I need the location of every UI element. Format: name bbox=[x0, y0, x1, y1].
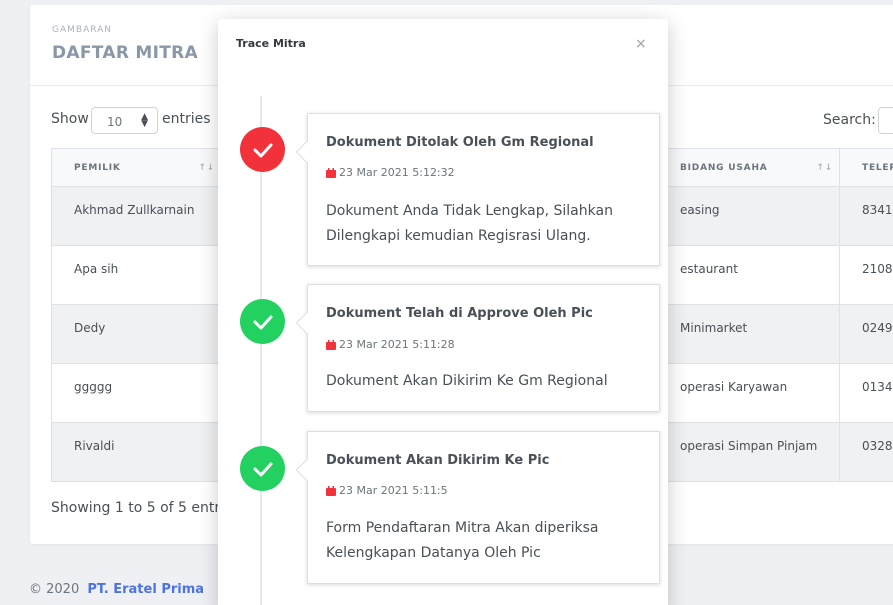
cell-telepon: 01343 bbox=[838, 363, 893, 423]
cell-pemilik: ggggg bbox=[51, 363, 222, 423]
calendar-icon bbox=[326, 339, 336, 350]
cell-pemilik: Rivaldi bbox=[51, 422, 222, 482]
cell-bidang-usaha: easing bbox=[657, 186, 840, 246]
footer: © 2020 PT. Eratel Prima bbox=[29, 582, 204, 597]
timeline-card: Dokument Ditolak Oleh Gm Regional 23 Mar… bbox=[295, 113, 660, 266]
event-body: Dokument Anda Tidak Lengkap, Silahkan Di… bbox=[326, 203, 613, 244]
cell-pemilik: Apa sih bbox=[51, 245, 222, 305]
close-icon[interactable]: × bbox=[635, 36, 647, 52]
sort-icon: ↑↓ bbox=[816, 163, 833, 173]
column-header-bidang-usaha[interactable]: BIDANG USAHA ↑↓ bbox=[657, 148, 840, 187]
event-date: 23 Mar 2021 5:12:32 bbox=[326, 166, 455, 179]
cell-telepon: 02498 bbox=[838, 304, 893, 364]
event-date: 23 Mar 2021 5:11:28 bbox=[326, 338, 455, 351]
table-info: Showing 1 to 5 of 5 entri bbox=[51, 500, 225, 516]
event-heading: Dokument Ditolak Oleh Gm Regional bbox=[326, 135, 594, 150]
timeline-card: Dokument Akan Dikirim Ke Pic 23 Mar 2021… bbox=[295, 431, 660, 584]
approved-check-icon bbox=[240, 446, 285, 491]
cell-telepon: 03282 bbox=[838, 422, 893, 482]
cell-telepon: 21080 bbox=[838, 245, 893, 305]
column-header-pemilik[interactable]: PEMILIK ↑↓ bbox=[51, 148, 222, 187]
trace-mitra-modal: Trace Mitra × Dokument Ditolak Oleh Gm R… bbox=[218, 19, 668, 605]
event-date: 23 Mar 2021 5:11:5 bbox=[326, 484, 448, 497]
rejected-check-icon bbox=[240, 127, 285, 172]
cell-pemilik: Dedy bbox=[51, 304, 222, 364]
card-arrow bbox=[295, 458, 319, 482]
select-caret-icon: ▲ ▼ bbox=[141, 112, 148, 129]
sort-icon: ↑↓ bbox=[198, 163, 215, 173]
cell-telepon: 83412 bbox=[838, 186, 893, 246]
page-size-value: 10 bbox=[107, 115, 123, 129]
search-label: Search: bbox=[823, 112, 876, 128]
calendar-icon bbox=[326, 485, 336, 496]
cell-bidang-usaha: Minimarket bbox=[657, 304, 840, 364]
entries-label: entries bbox=[162, 111, 211, 127]
cell-pemilik: Akhmad Zullkarnain bbox=[51, 186, 222, 246]
card-arrow bbox=[295, 311, 319, 335]
event-heading: Dokument Telah di Approve Oleh Pic bbox=[326, 306, 593, 321]
page-subtitle: GAMBARAN bbox=[52, 25, 113, 35]
footer-copyright: © 2020 bbox=[29, 582, 80, 597]
timeline-line bbox=[260, 96, 262, 605]
search-input[interactable] bbox=[878, 107, 893, 134]
event-body: Dokument Akan Dikirim Ke Gm Regional bbox=[326, 373, 608, 389]
page-size-select[interactable]: 10 ▲ ▼ bbox=[91, 107, 158, 134]
event-body: Form Pendaftaran Mitra Akan diperiksa Ke… bbox=[326, 520, 599, 561]
calendar-icon bbox=[326, 167, 336, 178]
timeline-card: Dokument Telah di Approve Oleh Pic 23 Ma… bbox=[295, 284, 660, 412]
cell-bidang-usaha: estaurant bbox=[657, 245, 840, 305]
column-header-telepon[interactable]: TELEP bbox=[838, 148, 893, 187]
modal-title: Trace Mitra bbox=[236, 37, 306, 50]
approved-check-icon bbox=[240, 299, 285, 344]
event-heading: Dokument Akan Dikirim Ke Pic bbox=[326, 453, 550, 468]
cell-bidang-usaha: operasi Karyawan bbox=[657, 363, 840, 423]
card-arrow bbox=[295, 140, 319, 164]
footer-company-link[interactable]: PT. Eratel Prima bbox=[87, 582, 204, 597]
show-label: Show bbox=[51, 111, 89, 127]
page-title: DAFTAR MITRA bbox=[52, 43, 199, 63]
cell-bidang-usaha: operasi Simpan Pinjam bbox=[657, 422, 840, 482]
